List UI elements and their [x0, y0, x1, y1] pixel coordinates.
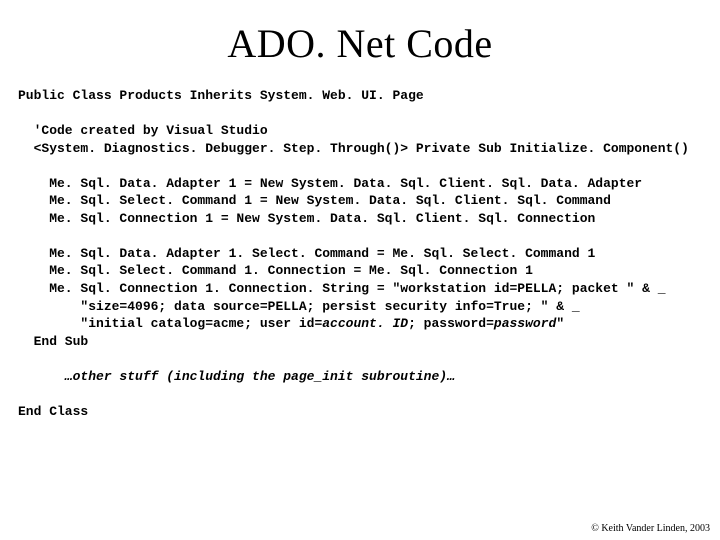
code-line: End Sub: [18, 334, 88, 349]
code-line: Me. Sql. Select. Command 1. Connection =…: [18, 263, 533, 278]
code-line: "size=4096; data source=PELLA; persist s…: [18, 299, 580, 314]
code-line: Me. Sql. Data. Adapter 1. Select. Comman…: [18, 246, 595, 261]
code-line: <System. Diagnostics. Debugger. Step. Th…: [18, 141, 689, 156]
code-line: 'Code created by Visual Studio: [18, 123, 268, 138]
code-block: Public Class Products Inherits System. W…: [0, 77, 720, 420]
code-line: End Class: [18, 404, 88, 419]
slide: ADO. Net Code Public Class Products Inhe…: [0, 0, 720, 540]
code-comment-italic: …other stuff (including the page_init su…: [18, 369, 455, 384]
code-line: Public Class Products Inherits System. W…: [18, 88, 424, 103]
code-line: "initial catalog=acme; user id=account. …: [18, 316, 564, 331]
code-line: Me. Sql. Data. Adapter 1 = New System. D…: [18, 176, 642, 191]
copyright-footer: © Keith Vander Linden, 2003: [591, 523, 710, 534]
code-line: Me. Sql. Select. Command 1 = New System.…: [18, 193, 611, 208]
emphasis-account-id: account. ID: [322, 316, 408, 331]
code-line: Me. Sql. Connection 1 = New System. Data…: [18, 211, 595, 226]
code-line: Me. Sql. Connection 1. Connection. Strin…: [18, 281, 666, 296]
slide-title: ADO. Net Code: [0, 0, 720, 77]
emphasis-password: password: [494, 316, 556, 331]
